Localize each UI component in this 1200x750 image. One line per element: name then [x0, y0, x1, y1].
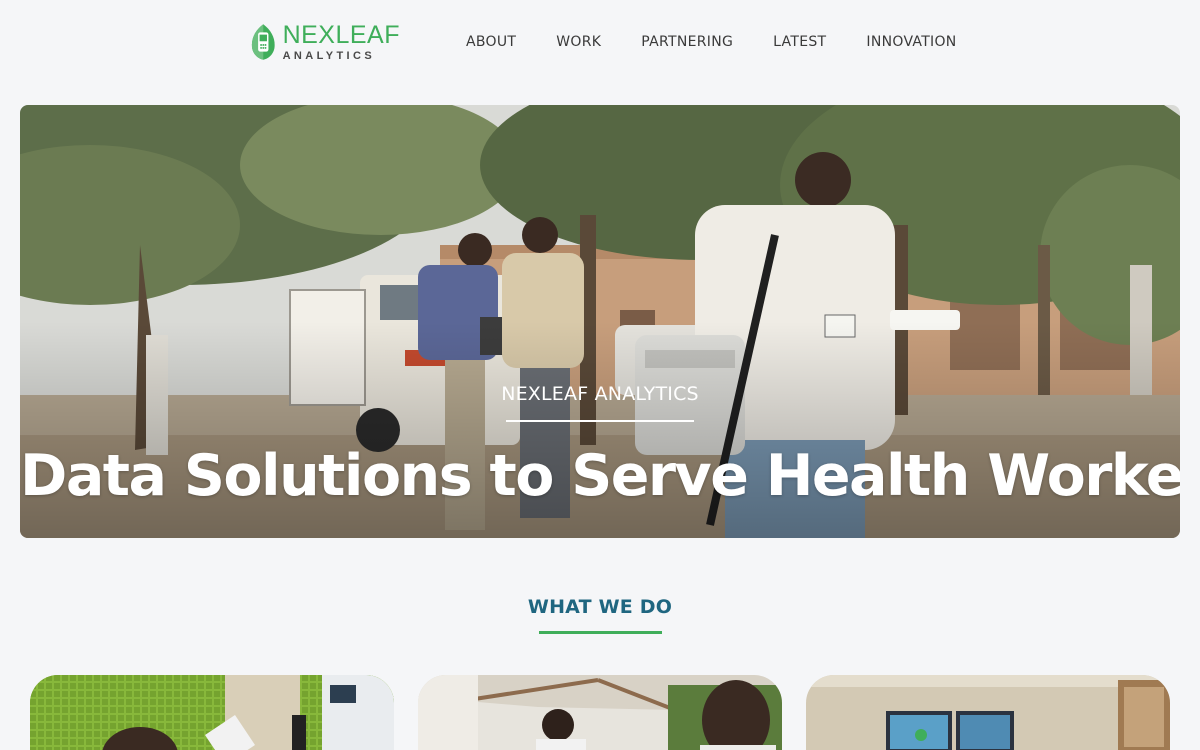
main-nav: ABOUT WORK PARTNERING LATEST INNOVATION	[466, 32, 957, 52]
card-service-3[interactable]	[806, 675, 1170, 750]
nav-item-innovation[interactable]: INNOVATION	[866, 32, 956, 52]
health-worker-at-green-wall-photo	[30, 675, 394, 750]
nav-item-latest[interactable]: LATEST	[773, 32, 826, 52]
section-divider	[539, 631, 662, 634]
hero-banner: NEXLEAF ANALYTICS Data Solutions to Serv…	[20, 105, 1180, 538]
health-workers-under-tent-photo	[418, 675, 782, 750]
office-with-monitors-photo	[806, 675, 1170, 750]
logo-tagline: ANALYTICS	[282, 49, 376, 62]
nav-item-partnering[interactable]: PARTNERING	[641, 32, 733, 52]
leaf-phone-logo-icon	[251, 24, 275, 60]
logo-name: NEXLEAF	[282, 20, 400, 49]
card-service-1[interactable]	[30, 675, 394, 750]
nav-item-about[interactable]: ABOUT	[466, 32, 516, 52]
hero-title: Data Solutions to Serve Health Workers	[20, 443, 1180, 509]
logo-wordmark: NEXLEAF ANALYTICS	[282, 20, 400, 62]
hero-divider	[506, 420, 694, 422]
hero-eyebrow: NEXLEAF ANALYTICS	[501, 383, 699, 405]
card-service-2[interactable]	[418, 675, 782, 750]
nav-item-work[interactable]: WORK	[556, 32, 601, 52]
site-header: NEXLEAF ANALYTICS ABOUT WORK PARTNERING …	[0, 0, 1200, 90]
nexleaf-logo[interactable]: NEXLEAF ANALYTICS	[250, 16, 400, 68]
section-title-what-we-do: WHAT WE DO	[527, 596, 673, 618]
